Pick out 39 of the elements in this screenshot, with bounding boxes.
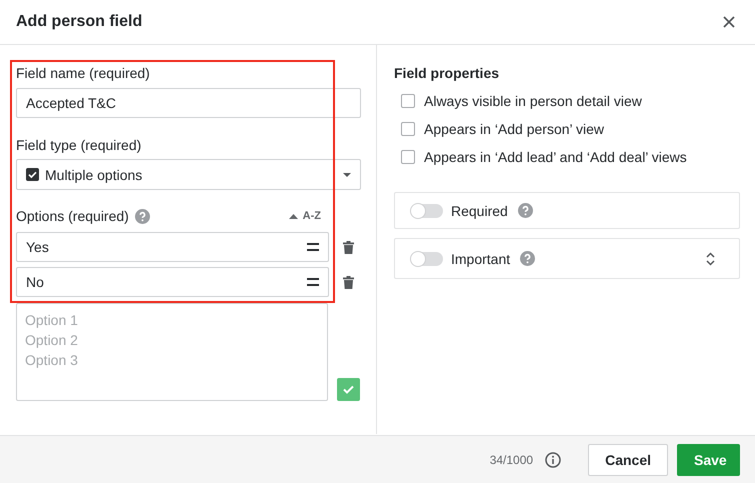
checkbox[interactable] <box>401 94 415 108</box>
field-label: Field name (required) <box>16 64 151 82</box>
toggle-switch[interactable] <box>411 252 443 266</box>
cancel-button[interactable]: Cancel <box>588 444 668 476</box>
help-icon[interactable] <box>134 208 150 224</box>
toggle-label: Required <box>451 202 508 218</box>
save-button[interactable]: Save <box>677 444 740 476</box>
checkbox-label: Appears in ‘Add lead’ and ‘Add deal’ views <box>424 149 687 165</box>
check-icon <box>343 385 354 394</box>
type-dropdown[interactable]: Multiple options <box>16 159 361 190</box>
info-icon[interactable] <box>545 452 562 468</box>
field-label: Options (required) <box>16 207 129 225</box>
checkbox-icon <box>26 168 39 181</box>
input-field[interactable]: Accepted T&C <box>16 88 361 118</box>
checkbox-label: Always visible in person detail view <box>424 93 642 109</box>
checkbox-label: Appears in ‘Add person’ view <box>424 121 604 137</box>
trash-icon[interactable] <box>343 276 354 288</box>
option-field[interactable]: No <box>16 267 329 297</box>
section-title: Field properties <box>394 64 500 82</box>
dialog-title: Add person field <box>16 13 142 31</box>
expand-icon[interactable] <box>706 252 715 266</box>
drag-handle-icon[interactable] <box>307 243 319 251</box>
checkbox[interactable] <box>401 122 415 136</box>
confirm-button[interactable] <box>337 378 360 401</box>
caret-icon <box>343 172 351 176</box>
options-textarea[interactable]: Option 1 Option 2 Option 3 <box>16 303 328 401</box>
help-icon[interactable] <box>520 251 536 266</box>
option-field[interactable]: Yes <box>16 232 329 262</box>
drag-handle-icon[interactable] <box>307 278 319 286</box>
caret-icon <box>288 214 298 218</box>
sort-toggle[interactable]: A-Z <box>288 210 321 222</box>
help-icon[interactable] <box>518 203 533 218</box>
toggle-label: Important <box>451 250 510 266</box>
trash-icon[interactable] <box>343 240 354 254</box>
field-label: Field type (required) <box>16 136 142 154</box>
close-icon[interactable] <box>723 16 735 28</box>
character-counter: 34/1000 <box>490 452 534 466</box>
toggle-switch[interactable] <box>411 204 443 218</box>
checkbox[interactable] <box>401 150 415 164</box>
